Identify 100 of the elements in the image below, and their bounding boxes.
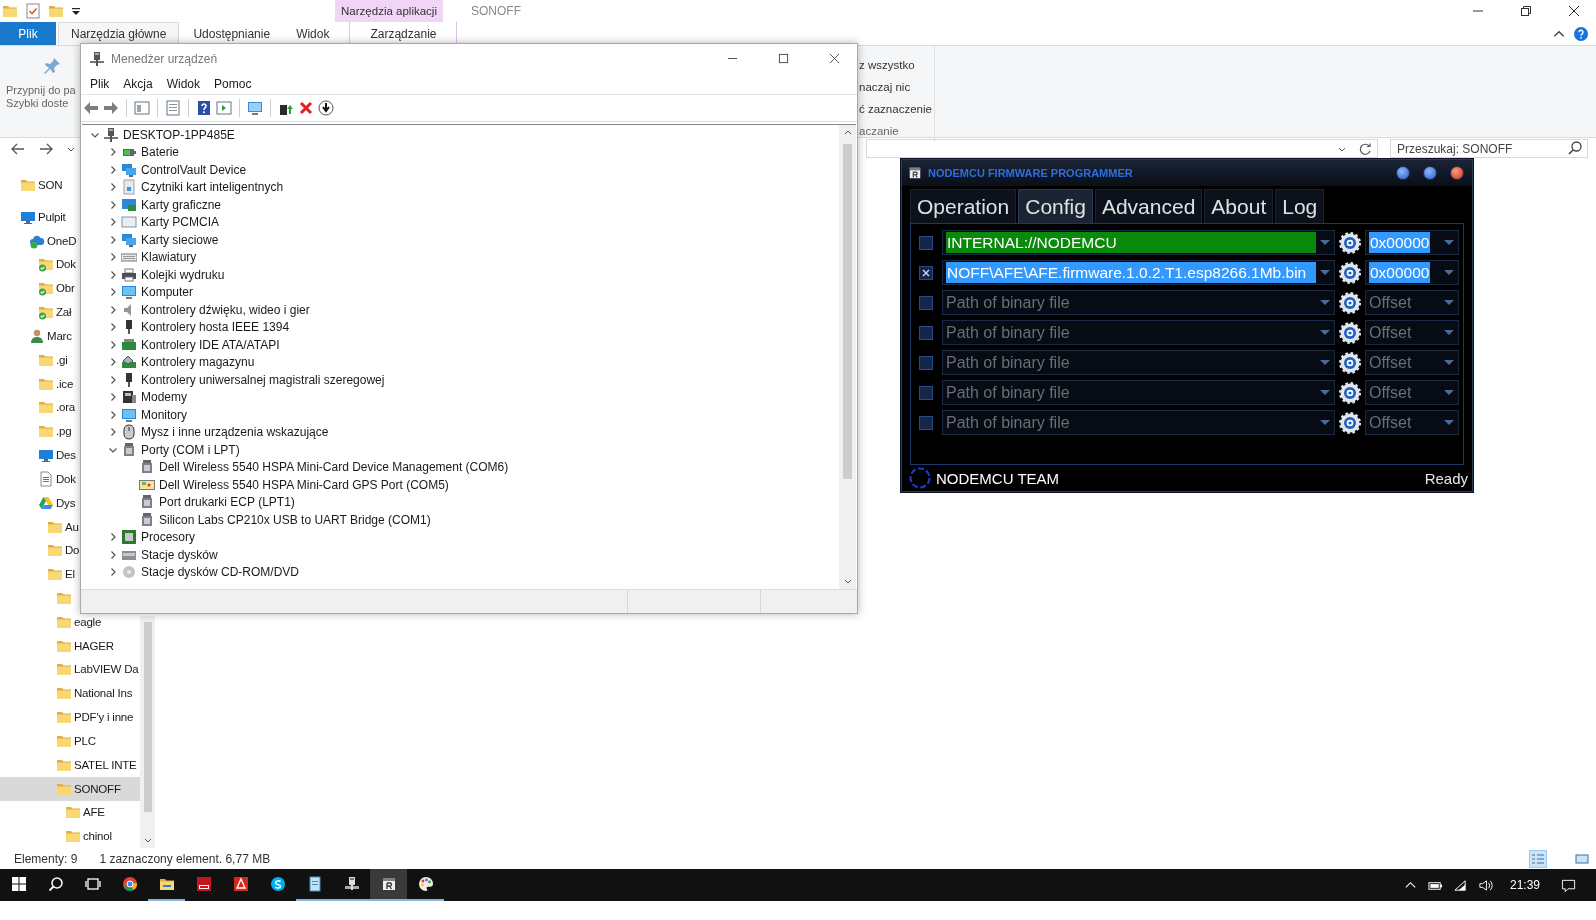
tree-item[interactable]: Kontrolery hosta IEEE 1394 — [141, 320, 290, 335]
dropdown-arrow-icon[interactable] — [1320, 390, 1330, 396]
maximize-icon[interactable] — [778, 53, 789, 64]
nav-item[interactable]: PDF'y i inne — [0, 705, 136, 730]
dropdown-arrow-icon[interactable] — [1320, 270, 1330, 276]
menu-item[interactable]: Akcja — [116, 76, 160, 91]
tab[interactable]: Operation — [910, 189, 1017, 223]
offset-field[interactable]: Offset — [1365, 350, 1459, 375]
offset-field[interactable]: Offset — [1365, 290, 1459, 315]
dropdown-arrow-icon[interactable] — [1444, 270, 1454, 276]
nav-item[interactable]: SATEL INTE — [0, 752, 139, 777]
scrollbar[interactable] — [839, 125, 856, 589]
tree-item[interactable]: Modemy — [141, 390, 187, 405]
menu-item[interactable]: Pomoc — [207, 76, 259, 91]
tree-item[interactable]: Kontrolery magazynu — [141, 355, 255, 370]
offset-field[interactable]: Offset — [1365, 320, 1459, 345]
search-field[interactable]: Przeszukaj: SONOFF — [1390, 139, 1588, 158]
tab[interactable]: About — [1204, 189, 1274, 223]
ribbon-tab[interactable]: Plik — [0, 22, 56, 45]
nav-item[interactable]: OneD — [0, 228, 79, 253]
checkbox[interactable] — [919, 325, 933, 340]
gear-icon[interactable] — [1338, 290, 1362, 315]
nav-item[interactable]: Pulpit — [0, 204, 68, 229]
tree-item[interactable]: Czytniki kart inteligentnych — [141, 180, 284, 195]
checkbox[interactable] — [919, 355, 933, 370]
offset-field[interactable]: Offset — [1365, 410, 1459, 435]
scrollbar[interactable] — [140, 616, 155, 848]
nav-item[interactable]: SON — [0, 173, 65, 197]
nav-item[interactable]: El — [0, 562, 77, 587]
dropdown-arrow-icon[interactable] — [1444, 420, 1454, 426]
tree-item[interactable]: Kontrolery uniwersalnej magistrali szeregowej — [141, 372, 385, 387]
dropdown-arrow-icon[interactable] — [1444, 240, 1454, 246]
checkbox[interactable] — [919, 385, 933, 400]
download-icon[interactable] — [318, 100, 334, 116]
dropdown-arrow-icon[interactable] — [1444, 300, 1454, 306]
nav-item[interactable]: HAGER — [0, 633, 116, 658]
nav-item[interactable]: Marc — [0, 323, 74, 348]
help-icon[interactable] — [1574, 26, 1588, 41]
dropdown-arrow-icon[interactable] — [1444, 330, 1454, 336]
gear-icon[interactable] — [1338, 260, 1362, 285]
tree-item[interactable]: Dell Wireless 5540 HSPA Mini-Card GPS Port (COM5) — [159, 477, 449, 492]
path-field[interactable]: Path of binary file — [942, 410, 1335, 435]
gear-icon[interactable] — [1338, 320, 1362, 345]
ribbon-command[interactable]: aczanie — [859, 120, 934, 142]
back-icon[interactable] — [10, 141, 26, 157]
checkbox[interactable] — [919, 415, 933, 430]
taskbar-button[interactable] — [370, 869, 407, 901]
path-field[interactable]: Path of binary file — [942, 350, 1335, 375]
back-icon[interactable] — [83, 100, 99, 116]
forward-icon[interactable] — [38, 141, 54, 157]
minimize-button[interactable] — [1396, 166, 1410, 180]
tree-item[interactable]: Komputer — [141, 285, 194, 300]
nav-item[interactable]: Au — [0, 514, 81, 539]
tree-item[interactable]: Karty sieciowe — [141, 232, 219, 247]
path-field[interactable]: Path of binary file — [942, 320, 1335, 345]
path-field[interactable]: Path of binary file — [942, 290, 1335, 315]
dropdown-arrow-icon[interactable] — [1320, 360, 1330, 366]
tree-item[interactable]: ControlVault Device — [141, 162, 247, 177]
dropdown-arrow-icon[interactable] — [1320, 420, 1330, 426]
help-icon[interactable] — [196, 100, 212, 116]
tree-item[interactable]: Stacje dysków — [141, 547, 218, 562]
checklist-icon[interactable] — [25, 3, 41, 19]
tree-item[interactable]: Kontrolery dźwięku, wideo i gier — [141, 302, 310, 317]
window-icon[interactable] — [216, 100, 232, 116]
gear-icon[interactable] — [1338, 380, 1362, 405]
nav-item[interactable]: .ora — [0, 395, 78, 420]
offset-field[interactable]: Offset — [1365, 380, 1459, 405]
nav-item[interactable]: chinol — [0, 824, 114, 849]
tree-item[interactable]: DESKTOP-1PP485E — [123, 127, 235, 142]
dropdown-arrow-icon[interactable] — [1444, 360, 1454, 366]
nav-item[interactable]: .pg — [0, 419, 74, 444]
tree-item[interactable]: Karty graficzne — [141, 197, 222, 212]
tree-item[interactable]: Stacje dysków CD-ROM/DVD — [141, 565, 300, 580]
tree-item[interactable]: Procesory — [141, 530, 196, 545]
dropdown-arrow-icon[interactable] — [1444, 390, 1454, 396]
clock[interactable]: 21:39 — [1509, 878, 1540, 892]
speaker-icon[interactable] — [1477, 877, 1493, 893]
dropdown-icon[interactable] — [71, 6, 81, 16]
wifi-icon[interactable] — [1452, 877, 1468, 893]
nav-item[interactable]: eagle — [0, 609, 104, 634]
tab[interactable]: Log — [1275, 189, 1325, 223]
tree-item[interactable]: Baterie — [141, 145, 180, 160]
tree-item[interactable]: Port drukarki ECP (LPT1) — [159, 495, 295, 510]
dropdown-arrow-icon[interactable] — [1320, 300, 1330, 306]
nav-item[interactable]: Dok — [0, 466, 78, 491]
tree-item[interactable]: Kontrolery IDE ATA/ATAPI — [141, 337, 280, 352]
restore-icon[interactable] — [1520, 5, 1532, 17]
properties-icon[interactable] — [165, 100, 181, 116]
maximize-button[interactable] — [1423, 166, 1437, 180]
close-icon[interactable] — [829, 53, 840, 64]
tree-item[interactable]: Monitory — [141, 407, 187, 422]
nav-item[interactable]: Dys — [0, 490, 78, 515]
nav-item[interactable]: National Ins — [0, 681, 135, 706]
nav-item[interactable]: LabVIEW Da — [0, 657, 141, 682]
delete-icon[interactable] — [298, 100, 314, 116]
tree-item[interactable]: Silicon Labs CP210x USB to UART Bridge (COM1) — [159, 512, 431, 527]
ribbon-tab[interactable]: Widok — [284, 22, 342, 45]
path-field[interactable]: Path of binary file — [942, 380, 1335, 405]
nav-item[interactable]: .ice — [0, 371, 76, 396]
tree-item[interactable]: Dell Wireless 5540 HSPA Mini-Card Device Management (COM6) — [159, 460, 509, 475]
